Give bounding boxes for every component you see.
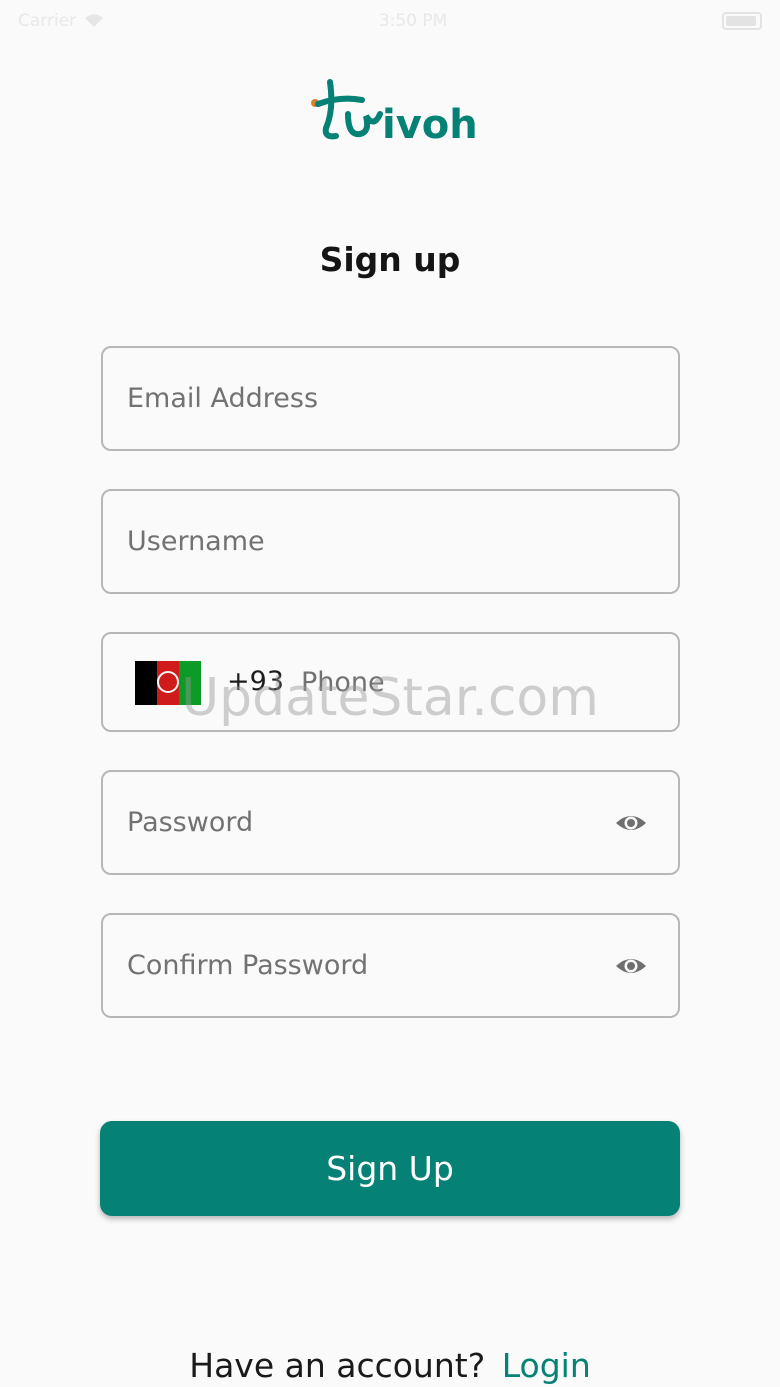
- login-prompt: Have an account? Login: [0, 1346, 780, 1385]
- dial-code[interactable]: +93: [227, 666, 284, 697]
- password-input[interactable]: [103, 772, 678, 873]
- phone-field[interactable]: +93: [101, 632, 680, 732]
- password-field[interactable]: [101, 770, 680, 875]
- signup-screen: Carrier 3:50 PM ivoh Sign up +93: [0, 0, 780, 1387]
- wifi-icon: [85, 14, 104, 27]
- eye-icon[interactable]: [614, 951, 648, 981]
- svg-text:ivoh: ivoh: [382, 102, 478, 148]
- afghanistan-flag-icon[interactable]: [135, 661, 201, 705]
- email-input[interactable]: [103, 348, 678, 449]
- page-title: Sign up: [319, 240, 461, 279]
- battery-icon: [721, 12, 762, 30]
- confirm-password-input[interactable]: [103, 915, 678, 1016]
- username-input[interactable]: [103, 491, 678, 592]
- status-left: Carrier: [18, 11, 104, 31]
- login-link[interactable]: Login: [502, 1346, 591, 1385]
- status-time: 3:50 PM: [378, 11, 448, 31]
- username-field[interactable]: [101, 489, 680, 594]
- flag-emblem: [157, 671, 179, 693]
- carrier-label: Carrier: [18, 11, 77, 31]
- email-field[interactable]: [101, 346, 680, 451]
- confirm-password-field[interactable]: [101, 913, 680, 1018]
- trivoh-logo: ivoh: [311, 79, 478, 148]
- sign-up-button[interactable]: Sign Up: [100, 1121, 680, 1216]
- eye-icon[interactable]: [614, 808, 648, 838]
- have-account-text: Have an account?: [189, 1346, 486, 1385]
- status-bar: Carrier 3:50 PM: [0, 0, 780, 42]
